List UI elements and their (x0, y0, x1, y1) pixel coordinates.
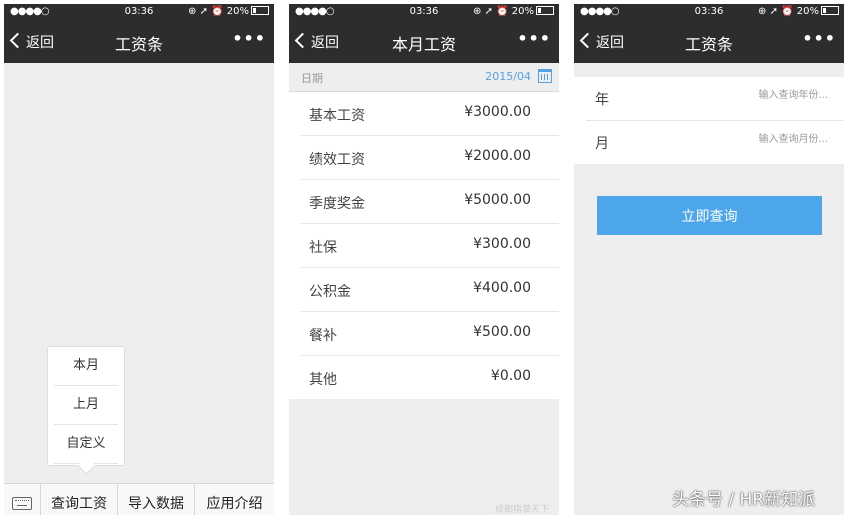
row-label: 其他 (309, 372, 337, 388)
row-amount: ¥3000.00 (464, 104, 531, 120)
calendar-icon[interactable] (538, 69, 552, 83)
status-battery-text: ⊕ ➚ ⏰ 20% (473, 6, 534, 17)
query-now-button[interactable]: 立即查询 (597, 196, 822, 235)
status-bar: ●●●●○ 03:36 ⊕ ➚ ⏰ 20% (4, 4, 274, 21)
salary-row-housing-fund: 公积金 ¥400.00 (301, 268, 559, 312)
date-value[interactable]: 2015/04 (485, 70, 531, 83)
credit-watermark: 头条号 / HR新知派 (672, 490, 816, 510)
keyboard-icon (12, 497, 32, 510)
row-label: 公积金 (309, 284, 351, 300)
keyboard-toggle-button[interactable] (4, 484, 41, 515)
salary-row-performance: 绩效工资 ¥2000.00 (301, 136, 559, 180)
row-label: 基本工资 (309, 108, 365, 124)
status-icons: ⊕ ➚ ⏰ 20% (473, 6, 554, 17)
battery-icon (251, 6, 269, 15)
watermark: 成都指掌天下 (494, 505, 549, 515)
status-battery-text: ⊕ ➚ ⏰ 20% (758, 6, 819, 17)
date-selector[interactable]: 日期 2015/04 (289, 63, 559, 92)
salary-row-other: 其他 ¥0.00 (301, 356, 559, 399)
more-menu-button[interactable]: ••• (517, 29, 551, 48)
row-label: 社保 (309, 240, 337, 256)
more-menu-button[interactable]: ••• (232, 29, 266, 48)
phone-screen-salary-query: ●●●●○ 03:36 ⊕ ➚ ⏰ 20% 返回 工资条 ••• 年 月 立即查… (574, 4, 844, 515)
row-amount: ¥0.00 (490, 368, 531, 384)
row-label: 绩效工资 (309, 152, 365, 168)
menu-query-salary[interactable]: 查询工资 (41, 484, 118, 515)
row-amount: ¥400.00 (473, 280, 531, 296)
salary-row-quarterly-bonus: 季度奖金 ¥5000.00 (301, 180, 559, 224)
submenu-item-this-month[interactable]: 本月 (54, 347, 118, 386)
salary-row-base: 基本工资 ¥3000.00 (301, 92, 559, 136)
bottom-menu-bar: 查询工资 导入数据 应用介绍 (4, 483, 274, 515)
row-label: 餐补 (309, 328, 337, 344)
status-icons: ⊕ ➚ ⏰ 20% (188, 6, 269, 17)
month-row: 月 (586, 121, 844, 164)
status-bar: ●●●●○ 03:36 ⊕ ➚ ⏰ 20% (574, 4, 844, 21)
nav-bar: 返回 本月工资 ••• (289, 21, 559, 63)
nav-bar: 返回 工资条 ••• (574, 21, 844, 63)
more-menu-button[interactable]: ••• (802, 29, 836, 48)
row-label: 季度奖金 (309, 196, 365, 212)
query-form: 年 月 (574, 77, 844, 164)
status-icons: ⊕ ➚ ⏰ 20% (758, 6, 839, 17)
month-input[interactable] (716, 133, 830, 146)
date-label: 日期 (301, 72, 323, 85)
submenu-popup: 本月 上月 自定义 (47, 346, 125, 475)
year-row: 年 (586, 77, 844, 121)
menu-app-intro[interactable]: 应用介绍 (195, 484, 274, 515)
month-label: 月 (595, 136, 609, 152)
year-input[interactable] (716, 89, 830, 102)
battery-icon (821, 6, 839, 15)
row-amount: ¥5000.00 (464, 192, 531, 208)
salary-row-meal-allowance: 餐补 ¥500.00 (301, 312, 559, 356)
row-amount: ¥300.00 (473, 236, 531, 252)
submenu-item-last-month[interactable]: 上月 (54, 386, 118, 425)
salary-row-social-security: 社保 ¥300.00 (301, 224, 559, 268)
row-amount: ¥500.00 (473, 324, 531, 340)
row-amount: ¥2000.00 (464, 148, 531, 164)
phone-screen-salary-menu: ●●●●○ 03:36 ⊕ ➚ ⏰ 20% 返回 工资条 ••• 本月 上月 自… (4, 4, 274, 515)
status-bar: ●●●●○ 03:36 ⊕ ➚ ⏰ 20% (289, 4, 559, 21)
salary-list: 基本工资 ¥3000.00 绩效工资 ¥2000.00 季度奖金 ¥5000.00 社… (289, 92, 559, 399)
year-label: 年 (595, 92, 609, 108)
nav-bar: 返回 工资条 ••• (4, 21, 274, 63)
phone-screen-monthly-salary: ●●●●○ 03:36 ⊕ ➚ ⏰ 20% 返回 本月工资 ••• 日期 201… (289, 4, 559, 515)
status-battery-text: ⊕ ➚ ⏰ 20% (188, 6, 249, 17)
battery-icon (536, 6, 554, 15)
menu-import-data[interactable]: 导入数据 (118, 484, 195, 515)
